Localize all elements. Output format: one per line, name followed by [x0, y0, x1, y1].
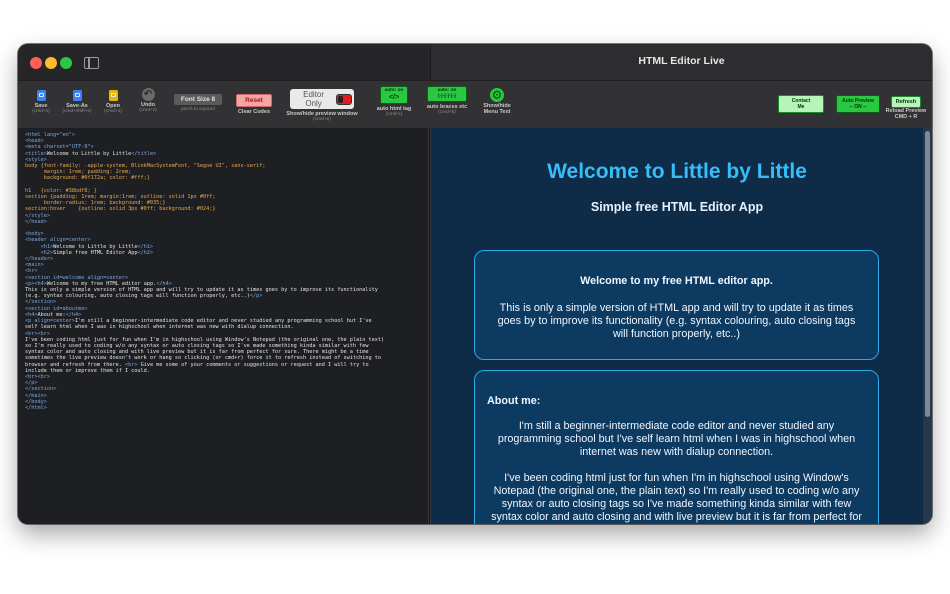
reset-label: Reset	[236, 94, 272, 107]
gear-icon: ⚙	[490, 88, 504, 102]
about-paragraph-1: I'm still a beginner-intermediate code e…	[497, 420, 856, 458]
editor-only-switch[interactable]: Editor Only	[290, 89, 354, 109]
about-paragraph-2: I've been coding html just for fun when …	[491, 472, 862, 523]
undo-icon: ↶	[141, 88, 155, 101]
minimize-window-button[interactable]	[45, 57, 57, 69]
refresh-label: Refresh	[890, 96, 922, 108]
clear-codes-label: Clear Codes	[237, 109, 271, 115]
preview-toggle-shortcut: (cmd+e)	[313, 117, 331, 122]
open-icon	[108, 90, 118, 101]
braces-icon: (-)-[-]-{-}	[437, 94, 457, 99]
preview-subheading: Simple free HTML Editor App	[590, 200, 764, 214]
app-window: HTML Editor Live Save (cmd+s) Save-As (c…	[18, 44, 932, 524]
auto-preview-badge: Auto Preview -- ON --	[836, 95, 880, 113]
save-as-icon	[72, 90, 82, 101]
code-editor[interactable]: <html lang="en"> <head> <meta charset="U…	[18, 128, 428, 524]
preview-scrollbar[interactable]	[923, 128, 932, 524]
code-text[interactable]: <html lang="en"> <head> <meta charset="U…	[18, 128, 428, 411]
contact-me-button[interactable]: Contact Me	[778, 95, 824, 113]
sidebar-toggle-icon[interactable]	[84, 57, 99, 69]
font-size-control[interactable]: Font Size 8 pinch to expand	[174, 94, 222, 113]
save-as-button[interactable]: Save-As (cmd+shift+s)	[56, 90, 98, 115]
save-as-shortcut: (cmd+shift+s)	[62, 109, 92, 114]
save-icon	[36, 90, 46, 101]
contact-me-sub: Me	[797, 104, 805, 110]
open-shortcut: (cmd+o)	[104, 109, 122, 114]
zoom-window-button[interactable]	[60, 57, 72, 69]
refresh-shortcut: CMD + R	[894, 114, 918, 120]
auto-html-tag-toggle[interactable]: auto: on </> auto html tag (cmd+t)	[372, 86, 416, 118]
close-window-button[interactable]	[30, 57, 42, 69]
auto-braces-shortcut: (cmd+b)	[438, 110, 456, 115]
preview-heading: Welcome to Little by Little	[547, 160, 807, 183]
reset-button[interactable]: Reset Clear Codes	[236, 94, 272, 115]
undo-button[interactable]: ↶ Undo (cmd+z)	[135, 88, 161, 114]
editor-only-toggle[interactable]: Editor Only Show/hide preview window (cm…	[282, 89, 362, 123]
preview-pane[interactable]: Welcome to Little by Little Simple free …	[431, 128, 932, 524]
html-tag-icon: </>	[388, 94, 400, 101]
refresh-button[interactable]: Refresh Reload Preview CMD + R	[884, 90, 928, 120]
about-title: About me:	[487, 395, 541, 407]
auto-html-badge[interactable]: auto: on </>	[380, 86, 408, 104]
undo-shortcut: (cmd+z)	[139, 108, 157, 113]
sidebar-titlebar	[18, 44, 430, 80]
title-bar: HTML Editor Live	[18, 44, 932, 80]
window-title: HTML Editor Live	[638, 55, 725, 67]
about-section: About me: I'm still a beginner-intermedi…	[474, 370, 879, 524]
auto-braces-badge[interactable]: auto: on (-)-[-]-{-}	[427, 86, 467, 102]
font-size-hint: pinch to expand	[181, 107, 215, 112]
auto-html-shortcut: (cmd+t)	[385, 112, 403, 117]
welcome-text: This is only a simple version of HTML ap…	[497, 302, 856, 340]
save-button[interactable]: Save (cmd+s)	[29, 90, 53, 115]
font-size-label: Font Size 8	[174, 94, 222, 105]
menu-text-label: Menu Text	[483, 109, 511, 115]
toolbar: Save (cmd+s) Save-As (cmd+shift+s) Open …	[18, 80, 932, 129]
open-button[interactable]: Open (cmd+o)	[100, 90, 126, 115]
editor-only-label: Editor Only	[303, 90, 325, 108]
welcome-title: Welcome to my free HTML editor app.	[580, 275, 773, 287]
scrollbar-thumb[interactable]	[925, 131, 930, 417]
auto-preview-state: -- ON --	[849, 104, 867, 110]
welcome-section: Welcome to my free HTML editor app. This…	[474, 250, 879, 360]
auto-braces-toggle[interactable]: auto: on (-)-[-]-{-} auto braces etc (cm…	[423, 86, 471, 116]
save-shortcut: (cmd+s)	[32, 109, 50, 114]
auto-preview-toggle[interactable]: Auto Preview -- ON --	[836, 95, 880, 113]
toggle-switch-icon	[336, 93, 352, 105]
menu-text-toggle[interactable]: ⚙ Show/hide Menu Text	[479, 88, 515, 115]
contact-me-badge: Contact Me	[778, 95, 824, 113]
